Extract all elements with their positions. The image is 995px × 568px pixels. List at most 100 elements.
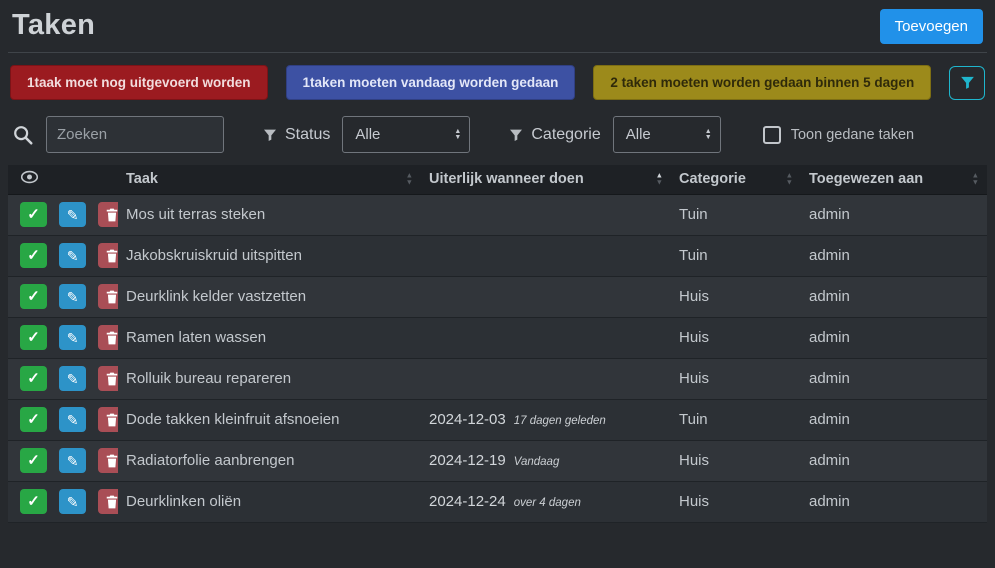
task-assigned: admin [801, 481, 987, 523]
delete-task-button[interactable] [98, 448, 118, 473]
sort-icon[interactable]: ▲ ▼ [786, 172, 793, 186]
add-task-button[interactable]: Toevoegen [879, 9, 983, 44]
task-assigned: admin [801, 276, 987, 318]
edit-task-button[interactable]: ✎ [59, 366, 87, 391]
column-header-assigned[interactable]: Toegewezen aan ▲ ▼ [801, 165, 987, 195]
edit-task-button[interactable]: ✎ [59, 243, 87, 268]
column-header-due[interactable]: Uiterlijk wanneer doen ▲ ▼ [421, 165, 671, 195]
due-cell [421, 194, 671, 236]
task-name: Dode takken kleinfruit afsnoeien [118, 399, 421, 441]
table-row: ✓ ✎ Rolluik bureau repareren Huis admin [8, 358, 987, 400]
row-actions-cell: ✓ ✎ [8, 235, 118, 277]
trash-icon [106, 454, 118, 467]
column-header-category[interactable]: Categorie ▲ ▼ [671, 165, 801, 195]
category-filter-group: Categorie Alle ▲ ▼ [508, 116, 721, 153]
due-cell: 2024-12-19 Vandaag [421, 440, 671, 482]
trash-icon [106, 495, 118, 508]
delete-task-button[interactable] [98, 202, 118, 227]
task-name: Ramen laten wassen [118, 317, 421, 359]
delete-task-button[interactable] [98, 243, 118, 268]
alerts-row: 1taak moet nog uitgevoerd worden 1taken … [0, 53, 995, 106]
edit-icon: ✎ [66, 493, 79, 510]
mark-done-button[interactable]: ✓ [20, 243, 47, 268]
clear-filters-button[interactable] [949, 65, 985, 100]
delete-task-button[interactable] [98, 489, 118, 514]
alert-overdue: 1taak moet nog uitgevoerd worden [10, 65, 268, 100]
edit-task-button[interactable]: ✎ [59, 202, 87, 227]
table-row: ✓ ✎ Dode takken kleinfruit afsnoeien 202… [8, 399, 987, 441]
funnel-icon [264, 129, 276, 141]
task-category: Huis [671, 481, 801, 523]
delete-task-button[interactable] [98, 284, 118, 309]
show-done-label: Toon gedane taken [790, 126, 915, 143]
trash-icon [106, 331, 118, 344]
mark-done-button[interactable]: ✓ [20, 202, 47, 227]
status-select[interactable]: Alle ▲ ▼ [342, 116, 471, 153]
check-icon: ✓ [27, 370, 40, 387]
mark-done-button[interactable]: ✓ [20, 284, 47, 309]
table-header-row: Taak ▲ ▼ Uiterlijk wanneer doen ▲ ▼ Catego… [8, 165, 987, 195]
delete-task-button[interactable] [98, 407, 118, 432]
row-actions-cell: ✓ ✎ [8, 399, 118, 441]
task-table: Taak ▲ ▼ Uiterlijk wanneer doen ▲ ▼ Catego… [0, 161, 995, 523]
due-relative: 17 dagen geleden [513, 415, 606, 427]
due-relative: Vandaag [513, 456, 560, 468]
edit-icon: ✎ [66, 206, 79, 223]
check-icon: ✓ [27, 452, 40, 469]
check-icon: ✓ [27, 411, 40, 428]
delete-task-button[interactable] [98, 366, 118, 391]
delete-task-button[interactable] [98, 325, 118, 350]
task-assigned: admin [801, 440, 987, 482]
filter-icon [960, 76, 974, 89]
column-header-due-label: Uiterlijk wanneer doen [429, 171, 584, 188]
task-assigned: admin [801, 399, 987, 441]
select-steppers-icon: ▲ ▼ [704, 127, 712, 141]
sort-icon[interactable]: ▲ ▼ [972, 172, 979, 186]
trash-icon [106, 290, 118, 303]
mark-done-button[interactable]: ✓ [20, 407, 47, 432]
due-cell [421, 358, 671, 400]
show-done-checkbox[interactable] [762, 125, 781, 144]
select-steppers-icon: ▲ ▼ [454, 127, 462, 141]
check-icon: ✓ [27, 247, 40, 264]
search-icon [12, 124, 34, 146]
edit-task-button[interactable]: ✎ [59, 489, 87, 514]
mark-done-button[interactable]: ✓ [20, 448, 47, 473]
status-filter-label: Status [285, 125, 331, 143]
due-cell [421, 235, 671, 277]
edit-task-button[interactable]: ✎ [59, 448, 87, 473]
page-header: Taken Toevoegen [0, 0, 995, 46]
row-actions-cell: ✓ ✎ [8, 194, 118, 236]
mark-done-button[interactable]: ✓ [20, 489, 47, 514]
search-input[interactable] [46, 116, 224, 153]
edit-task-button[interactable]: ✎ [59, 325, 87, 350]
sort-icon-active[interactable]: ▲ ▼ [656, 172, 663, 186]
category-filter-label: Categorie [531, 125, 601, 143]
task-category: Huis [671, 358, 801, 400]
edit-icon: ✎ [66, 370, 79, 387]
table-row: ✓ ✎ Deurklinken oliën 2024-12-24 over 4 d… [8, 481, 987, 523]
due-cell [421, 276, 671, 318]
filters-row: Status Alle ▲▼ Categorie Alle ▲▼ Toon ge… [0, 106, 995, 161]
sort-icon[interactable]: ▲ ▼ [406, 172, 413, 186]
edit-icon: ✎ [66, 288, 79, 305]
column-header-task[interactable]: Taak ▲ ▼ [118, 165, 421, 195]
category-select[interactable]: Alle ▲ ▼ [612, 116, 721, 153]
status-filter-group: Status Alle ▲ ▼ [262, 116, 471, 153]
column-header-assigned-label: Toegewezen aan [809, 171, 924, 188]
edit-task-button[interactable]: ✎ [59, 284, 87, 309]
mark-done-button[interactable]: ✓ [20, 366, 47, 391]
table-row: ✓ ✎ Jakobskruiskruid uitspitten Tuin adm… [8, 235, 987, 277]
due-date: 2024-12-24 [429, 493, 506, 510]
check-icon: ✓ [27, 288, 40, 305]
table-row: ✓ ✎ Radiatorfolie aanbrengen 2024-12-19 V… [8, 440, 987, 482]
check-icon: ✓ [27, 493, 40, 510]
due-date: 2024-12-03 [429, 411, 506, 428]
row-actions-cell: ✓ ✎ [8, 358, 118, 400]
edit-icon: ✎ [66, 411, 79, 428]
mark-done-button[interactable]: ✓ [20, 325, 47, 350]
trash-icon [106, 413, 118, 426]
column-header-category-label: Categorie [679, 171, 746, 188]
edit-task-button[interactable]: ✎ [59, 407, 87, 432]
edit-icon: ✎ [66, 247, 79, 264]
